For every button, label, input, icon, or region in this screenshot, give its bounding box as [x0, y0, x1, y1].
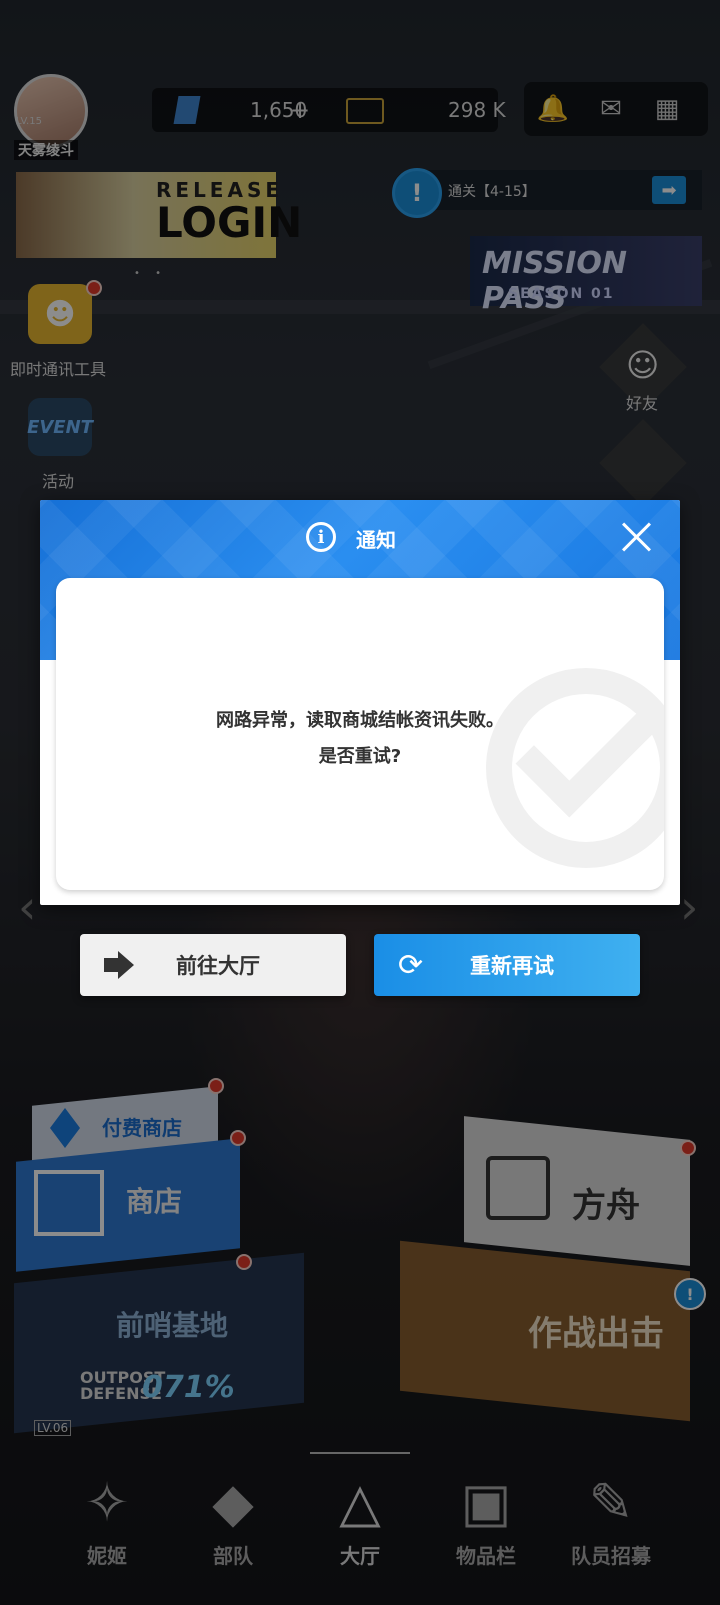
dialog-message-line2: 是否重试?	[318, 746, 402, 767]
dialog-message-line1: 网路异常，读取商城结帐资讯失败。	[216, 710, 504, 731]
info-icon: i	[306, 522, 336, 552]
notice-dialog: i 通知 网路异常，读取商城结帐资讯失败。 是否重试?	[40, 500, 680, 905]
go-to-lobby-label: 前往大厅	[176, 954, 260, 978]
retry-label: 重新再试	[470, 954, 554, 978]
close-icon[interactable]	[620, 520, 654, 554]
dialog-body: 网路异常，读取商城结帐资讯失败。 是否重试?	[56, 578, 664, 890]
go-to-lobby-button[interactable]: 前往大厅	[80, 934, 346, 996]
retry-button[interactable]: ⟳ 重新再试	[374, 934, 640, 996]
dialog-title: 通知	[356, 528, 396, 552]
